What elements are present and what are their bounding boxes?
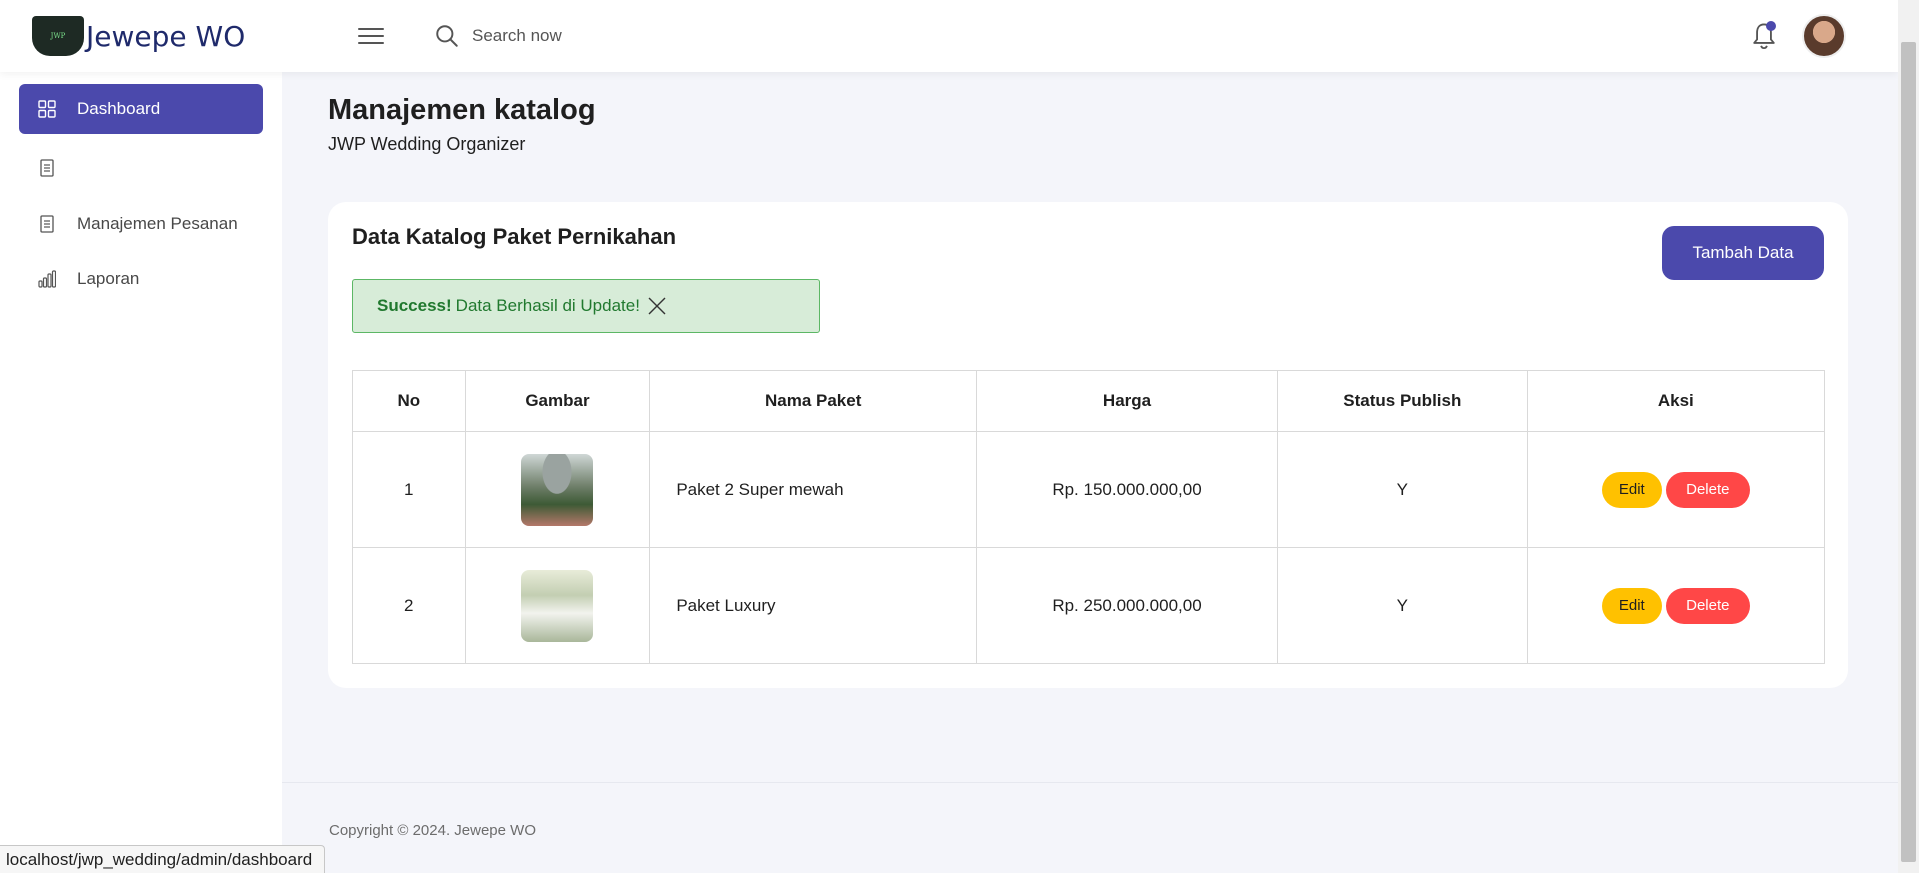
success-alert: Success! Data Berhasil di Update! [352,279,820,333]
brand[interactable]: JWP Jewepe WO [32,16,282,56]
notification-button[interactable] [1750,21,1778,51]
search-icon[interactable] [434,23,460,49]
cell-aksi: Edit Delete [1526,547,1826,664]
footer-copyright: Copyright © 2024. Jewepe WO [329,822,536,839]
edit-button[interactable]: Edit [1601,587,1662,624]
cell-no: 2 [352,547,466,664]
grid-icon [37,99,57,119]
status-bar-url: localhost/jwp_wedding/admin/dashboard [0,845,326,873]
document-icon [37,158,57,178]
cell-gambar [464,431,651,548]
package-thumbnail [521,569,594,642]
sidebar-item-label: Laporan [77,269,140,288]
page-scrollbar[interactable] [1898,0,1919,873]
sidebar: Dashboard Manajemen Pesanan Laporan [0,72,282,873]
brand-name: Jewepe WO [86,19,246,53]
page-title: Manajemen katalog [328,94,596,126]
alert-strong: Success! [377,296,452,315]
delete-button[interactable]: Delete [1665,587,1750,624]
sidebar-item-katalog[interactable] [19,143,263,193]
cell-status: Y [1277,547,1528,664]
footer-divider [282,782,1898,783]
card-title: Data Katalog Paket Pernikahan [352,224,677,249]
sidebar-item-label: Manajemen Pesanan [77,214,238,233]
edit-button[interactable]: Edit [1601,471,1662,508]
alert-message: Data Berhasil di Update! [455,296,640,315]
scrollbar-thumb[interactable] [1901,42,1916,862]
cell-nama-paket: Paket Luxury [649,547,978,664]
top-navbar: JWP Jewepe WO [0,0,1898,72]
table-row: 1 Paket 2 Super mewah Rp. 150.000.000,00… [352,431,1826,548]
header-harga: Harga [976,370,1279,432]
sidebar-item-manajemen-pesanan[interactable]: Manajemen Pesanan [19,199,263,249]
table-header-row: No Gambar Nama Paket Harga Status Publis… [352,370,1826,432]
sidebar-item-dashboard[interactable]: Dashboard [19,84,263,134]
close-icon[interactable] [646,295,668,317]
header-nama-paket: Nama Paket [649,370,978,432]
header-gambar: Gambar [464,370,651,432]
sidebar-item-label: Dashboard [77,99,161,118]
header-no: No [352,370,466,432]
menu-toggle-icon[interactable] [358,28,384,44]
catalog-table: No Gambar Nama Paket Harga Status Publis… [352,370,1826,664]
cell-harga: Rp. 250.000.000,00 [976,547,1279,664]
avatar[interactable] [1802,14,1846,58]
delete-button[interactable]: Delete [1665,471,1750,508]
notification-dot [1766,21,1776,31]
table-row: 2 Paket Luxury Rp. 250.000.000,00 Y Edit… [352,547,1826,664]
sidebar-item-laporan[interactable]: Laporan [19,254,263,304]
search-bar [434,23,772,49]
cell-nama-paket: Paket 2 Super mewah [649,431,978,548]
cell-status: Y [1277,431,1528,548]
header-aksi: Aksi [1526,370,1826,432]
add-data-button[interactable]: Tambah Data [1662,226,1824,280]
header-status-publish: Status Publish [1277,370,1528,432]
package-thumbnail [521,453,594,526]
document-icon [37,214,57,234]
cell-no: 1 [352,431,466,548]
brand-logo: JWP [32,16,84,56]
catalog-card: Data Katalog Paket Pernikahan Tambah Dat… [328,202,1848,688]
main-content: Manajemen katalog JWP Wedding Organizer … [282,72,1898,873]
cell-aksi: Edit Delete [1526,431,1826,548]
bar-chart-icon [37,269,57,289]
page-subtitle: JWP Wedding Organizer [328,134,526,154]
cell-harga: Rp. 150.000.000,00 [976,431,1279,548]
cell-gambar [464,547,651,664]
top-right-actions [1750,14,1846,58]
search-input[interactable] [472,26,772,46]
